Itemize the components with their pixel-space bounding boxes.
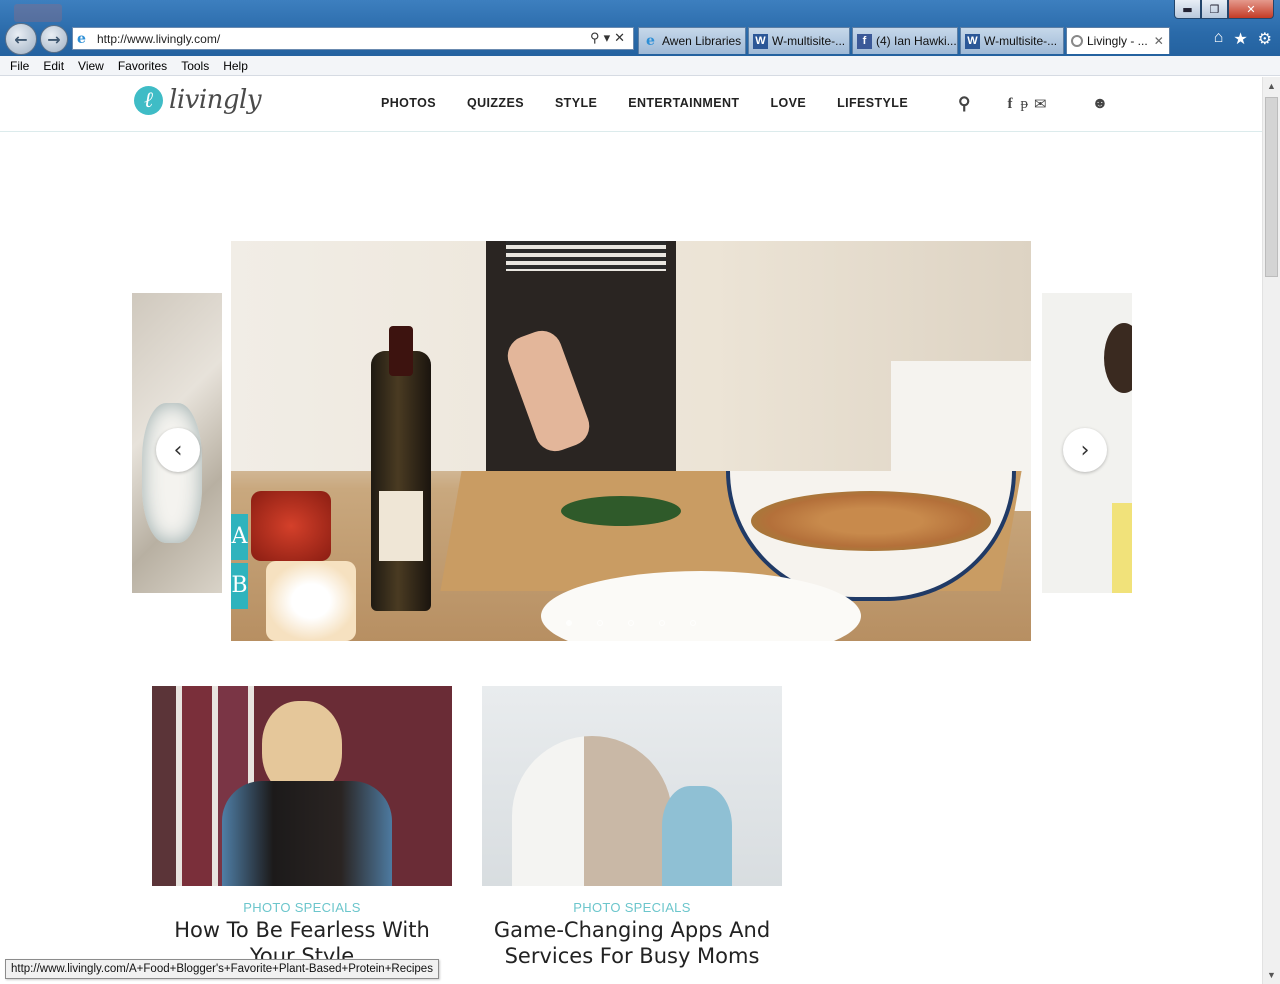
- tab-label: Livingly - ...: [1087, 34, 1148, 48]
- minimize-button[interactable]: ▬: [1174, 0, 1201, 19]
- striped-shirt: [506, 241, 666, 271]
- nav-quizzes[interactable]: QUIZZES: [467, 96, 524, 110]
- slide-title-letter: A: [231, 514, 248, 560]
- scroll-thumb[interactable]: [1265, 97, 1278, 277]
- tab-label: W-multisite-...: [772, 34, 846, 48]
- home-icon[interactable]: ⌂: [1214, 29, 1224, 49]
- facebook-icon[interactable]: f: [1007, 96, 1012, 113]
- loading-icon: [1071, 35, 1083, 47]
- mail-icon[interactable]: ✉: [1034, 95, 1047, 113]
- nav-entertainment[interactable]: ENTERTAINMENT: [628, 96, 739, 110]
- article-card[interactable]: PHOTO SPECIALS How To Be Fearless With Y…: [152, 686, 452, 969]
- web-page: ℓ livingly PHOTOS QUIZZES STYLE ENTERTAI…: [0, 77, 1262, 984]
- dropdown-icon[interactable]: ▾: [604, 30, 615, 45]
- nav-photos[interactable]: PHOTOS: [381, 96, 436, 110]
- menu-help[interactable]: Help: [223, 56, 248, 75]
- tab-label: Awen Libraries: [662, 34, 742, 48]
- carousel-dots: [566, 620, 721, 626]
- article-card[interactable]: PHOTO SPECIALS Game-Changing Apps And Se…: [482, 686, 782, 969]
- menu-edit[interactable]: Edit: [43, 56, 64, 75]
- address-url[interactable]: http://www.livingly.com/: [97, 32, 220, 46]
- tab-word-1[interactable]: W W-multisite-...: [748, 27, 850, 54]
- tomato-jar: [251, 491, 331, 561]
- window-controls: ▬ ❐ ✕: [1174, 0, 1274, 19]
- favorites-star-icon[interactable]: ★: [1233, 29, 1247, 49]
- main-nav: PHOTOS QUIZZES STYLE ENTERTAINMENT LOVE …: [381, 96, 939, 110]
- tab-strip: e Awen Libraries W W-multisite-... f (4)…: [638, 27, 1172, 54]
- tab-label: W-multisite-...: [984, 34, 1058, 48]
- site-logo[interactable]: ℓ livingly: [134, 85, 262, 115]
- tab-awen-libraries[interactable]: e Awen Libraries: [638, 27, 746, 54]
- site-header: ℓ livingly PHOTOS QUIZZES STYLE ENTERTAI…: [0, 77, 1262, 132]
- menu-bar: File Edit View Favorites Tools Help: [0, 56, 1280, 76]
- scroll-up-icon[interactable]: ▲: [1263, 77, 1280, 95]
- menu-favorites[interactable]: Favorites: [118, 56, 167, 75]
- back-arrow-icon: ←: [14, 29, 28, 49]
- wine-bottle: [371, 326, 431, 611]
- facebook-icon: f: [857, 33, 872, 49]
- article-title[interactable]: Game-Changing Apps And Services For Busy…: [482, 917, 782, 969]
- tab-facebook[interactable]: f (4) Ian Hawki...: [852, 27, 958, 54]
- address-tools: ⚲▾✕: [590, 30, 629, 46]
- chopped-herbs: [561, 496, 681, 526]
- scroll-down-icon[interactable]: ▼: [1263, 966, 1280, 984]
- nav-lifestyle[interactable]: LIFESTYLE: [837, 96, 908, 110]
- featured-carousel: A B ‹ ›: [0, 241, 1262, 641]
- chevron-right-icon: ›: [1080, 437, 1090, 463]
- article-category[interactable]: PHOTO SPECIALS: [152, 900, 452, 915]
- featured-slide-image[interactable]: A B: [231, 241, 1031, 641]
- vertical-scrollbar[interactable]: ▲ ▼: [1262, 77, 1280, 984]
- logo-wordmark: livingly: [169, 85, 262, 115]
- article-thumbnail[interactable]: [152, 686, 452, 886]
- nav-love[interactable]: LOVE: [770, 96, 806, 110]
- carousel-dot[interactable]: [690, 620, 696, 626]
- search-icon[interactable]: ⚲: [958, 94, 970, 114]
- grain-salad: [751, 491, 991, 551]
- word-icon: W: [753, 33, 768, 49]
- chevron-left-icon: ‹: [173, 437, 183, 463]
- menu-file[interactable]: File: [10, 56, 29, 75]
- word-icon: W: [965, 33, 980, 49]
- stop-icon[interactable]: ✕: [614, 30, 629, 45]
- gear-icon[interactable]: ⚙: [1258, 29, 1272, 49]
- address-bar[interactable]: e http://www.livingly.com/ ⚲▾✕: [72, 27, 634, 50]
- tab-close-icon[interactable]: ✕: [1154, 34, 1164, 48]
- ie-icon: e: [77, 30, 86, 47]
- browser-tools: ⌂ ★ ⚙: [1214, 29, 1272, 49]
- browser-titlebar: ▬ ❐ ✕ ← → e http://www.livingly.com/ ⚲▾✕…: [0, 0, 1280, 56]
- tab-label: (4) Ian Hawki...: [876, 34, 957, 48]
- article-thumbnail[interactable]: [482, 686, 782, 886]
- search-icon[interactable]: ⚲: [590, 30, 604, 45]
- user-account-icon[interactable]: ☻: [1092, 95, 1109, 113]
- header-icons: ⚲ f ᵽ ✉ ☻: [958, 94, 1108, 114]
- ie-icon: e: [646, 33, 655, 49]
- forward-button[interactable]: →: [40, 25, 68, 53]
- back-button[interactable]: ←: [5, 23, 37, 55]
- slide-title-letter: B: [231, 563, 248, 609]
- candle: [266, 561, 356, 641]
- tab-word-2[interactable]: W W-multisite-...: [960, 27, 1064, 54]
- article-category[interactable]: PHOTO SPECIALS: [482, 900, 782, 915]
- carousel-next-button[interactable]: ›: [1063, 428, 1107, 472]
- carousel-dot[interactable]: [566, 620, 572, 626]
- carousel-dot[interactable]: [659, 620, 665, 626]
- close-window-button[interactable]: ✕: [1228, 0, 1274, 19]
- menu-view[interactable]: View: [78, 56, 104, 75]
- carousel-prev-button[interactable]: ‹: [156, 428, 200, 472]
- carousel-dot[interactable]: [628, 620, 634, 626]
- window-icon: [14, 4, 62, 22]
- logo-mark: ℓ: [134, 85, 163, 115]
- forward-arrow-icon: →: [47, 29, 61, 49]
- carousel-dot[interactable]: [597, 620, 603, 626]
- tab-livingly[interactable]: Livingly - ... ✕: [1066, 27, 1170, 54]
- nav-style[interactable]: STYLE: [555, 96, 597, 110]
- pinterest-icon[interactable]: ᵽ: [1020, 96, 1028, 113]
- menu-tools[interactable]: Tools: [181, 56, 209, 75]
- status-bar-url: http://www.livingly.com/A+Food+Blogger's…: [5, 959, 439, 979]
- restore-button[interactable]: ❐: [1201, 0, 1228, 19]
